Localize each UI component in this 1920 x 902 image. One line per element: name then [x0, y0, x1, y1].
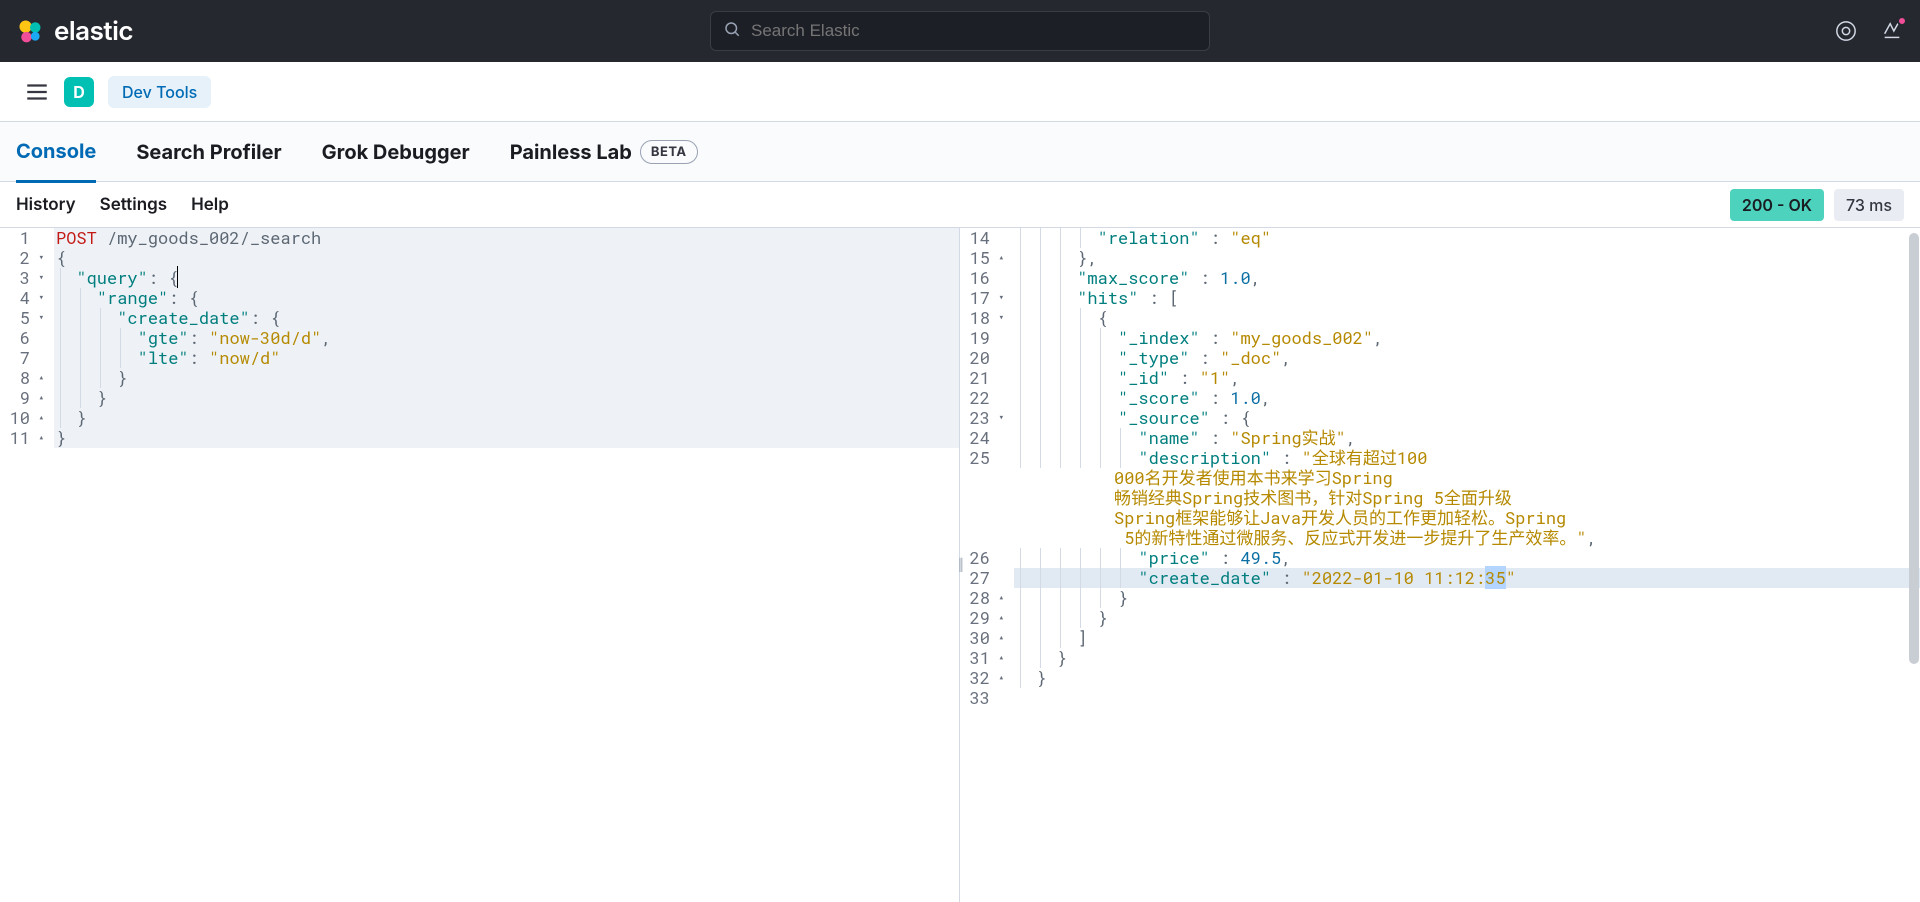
beta-badge: BETA: [640, 140, 698, 164]
global-header: elastic: [0, 0, 1920, 62]
nav-toggle-icon[interactable]: [24, 79, 50, 105]
breadcrumb-current[interactable]: Dev Tools: [108, 76, 211, 108]
tab-painless-lab[interactable]: Painless Lab BETA: [510, 123, 698, 181]
scrollbar-thumb[interactable]: [1909, 233, 1919, 664]
history-link[interactable]: History: [16, 195, 76, 215]
brand-logo[interactable]: elastic: [16, 16, 133, 47]
help-icon[interactable]: [1834, 19, 1858, 43]
space-selector[interactable]: D: [64, 77, 94, 107]
response-time-badge: 73 ms: [1834, 189, 1904, 221]
tab-search-profiler[interactable]: Search Profiler: [136, 123, 281, 181]
tab-painless-lab-label: Painless Lab: [510, 140, 632, 164]
settings-link[interactable]: Settings: [100, 195, 167, 215]
console-editor-area: 1 2▾3▾4▾5▾6 7 8▴9▴10▴11▴ POST /my_goods_…: [0, 228, 1920, 902]
devtools-tabs: Console Search Profiler Grok Debugger Pa…: [0, 122, 1920, 182]
brand-name: elastic: [54, 16, 133, 47]
tab-console[interactable]: Console: [16, 122, 96, 183]
search-icon: [723, 20, 741, 42]
global-search-input[interactable]: [749, 20, 1197, 42]
scrollbar-vertical[interactable]: [1907, 228, 1920, 902]
response-status-badge: 200 - OK: [1730, 189, 1824, 221]
elastic-logo-icon: [16, 17, 44, 45]
help-link[interactable]: Help: [191, 195, 229, 215]
newsfeed-icon[interactable]: [1880, 19, 1904, 43]
pane-splitter[interactable]: ║: [957, 555, 962, 575]
console-toolbar: History Settings Help 200 - OK 73 ms: [0, 182, 1920, 228]
tab-grok-debugger[interactable]: Grok Debugger: [322, 123, 470, 181]
request-editor[interactable]: 1 2▾3▾4▾5▾6 7 8▴9▴10▴11▴ POST /my_goods_…: [0, 228, 960, 902]
response-viewer[interactable]: 14 15▴16 17▾18▾19 20 21 22 23▾24 25 26 2…: [960, 228, 1920, 902]
global-search[interactable]: [710, 11, 1210, 51]
notification-dot: [1897, 16, 1907, 26]
kibana-chrome-bar: D Dev Tools: [0, 62, 1920, 122]
